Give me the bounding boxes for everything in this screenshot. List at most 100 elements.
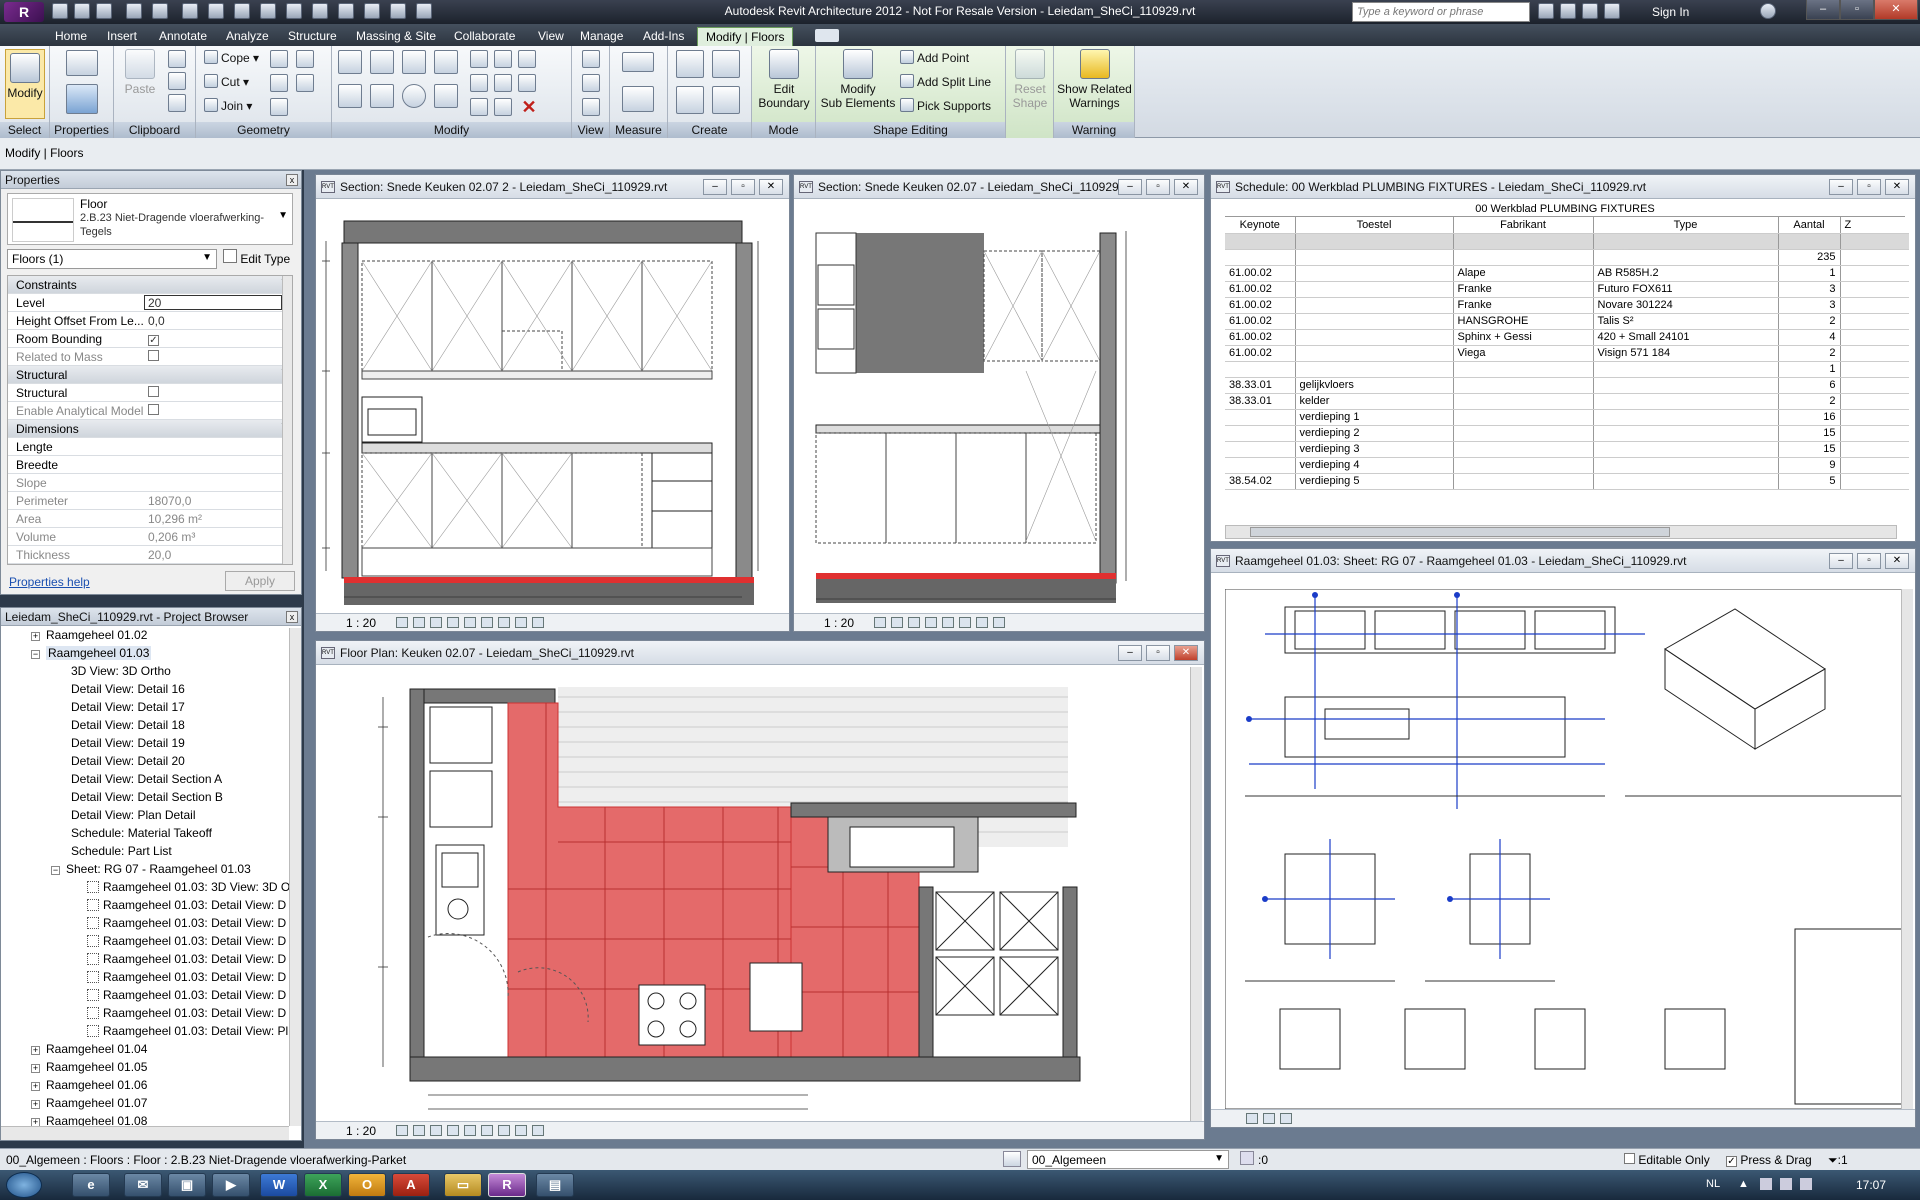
add-split-line-button[interactable]: Add Split Line — [900, 74, 991, 89]
tree-item[interactable]: Raamgeheel 01.03: Detail View: D — [87, 898, 286, 912]
detail-level-icon[interactable] — [396, 1125, 409, 1136]
rotate-icon[interactable] — [402, 84, 426, 108]
schedule-cell[interactable]: 3 — [1778, 297, 1841, 314]
schedule-cell[interactable] — [1840, 233, 1909, 250]
properties-help-link[interactable]: Properties help — [9, 575, 90, 589]
tree-item[interactable]: 3D View: 3D Ortho — [71, 664, 171, 678]
schedule-cell[interactable] — [1840, 281, 1909, 298]
cut-clip-icon[interactable] — [168, 50, 186, 68]
reveal-hidden-icon[interactable] — [515, 617, 528, 628]
schedule-cell[interactable]: 1 — [1778, 361, 1841, 378]
schedule-row[interactable]: 38.54.02 verdieping 5 5 — [1225, 473, 1909, 490]
press-drag-toggle[interactable]: ✓ Press & Drag — [1726, 1153, 1812, 1167]
volume-icon[interactable] — [1800, 1178, 1812, 1190]
schedule-row[interactable]: 61.00.02 HANSGROHE Talis S² 2 — [1225, 313, 1909, 330]
schedule-cell[interactable] — [1225, 457, 1296, 474]
schedule-cell[interactable] — [1225, 441, 1296, 458]
tree-item[interactable]: Detail View: Detail Section A — [71, 772, 222, 786]
schedule-cell[interactable]: 9 — [1778, 457, 1841, 474]
reveal-hidden-icon[interactable] — [515, 1125, 528, 1136]
join-button[interactable]: Join ▾ — [204, 98, 252, 113]
sheet-vscrollbar[interactable] — [1901, 589, 1913, 1109]
schedule-cell[interactable] — [1840, 441, 1909, 458]
flag-icon[interactable] — [1760, 1178, 1772, 1190]
mode-panel-label[interactable]: Mode — [752, 122, 815, 138]
revit-taskbar-icon[interactable]: R — [488, 1173, 526, 1197]
tab-insert[interactable]: Insert — [99, 27, 145, 46]
tree-item[interactable]: + Raamgeheel 01.06 — [31, 1078, 147, 1092]
schedule-cell[interactable]: Franke — [1453, 281, 1594, 298]
section-view-1[interactable]: RVT Section: Snede Keuken 02.07 2 - Leied… — [315, 174, 790, 632]
detail-level-icon[interactable] — [874, 617, 887, 628]
scale-label[interactable]: 1 : 20 — [346, 1124, 376, 1138]
edit-boundary-button[interactable]: Edit Boundary — [756, 49, 812, 110]
schedule-cell[interactable] — [1453, 249, 1594, 266]
schedule-row[interactable]: 61.00.02 Alape AB R585H.2 1 — [1225, 265, 1909, 282]
schedule-row[interactable]: 1 — [1225, 361, 1909, 378]
schedule-cell[interactable] — [1593, 233, 1779, 250]
tab-analyze[interactable]: Analyze — [218, 27, 277, 46]
linework-icon[interactable] — [582, 98, 600, 116]
schedule-cell[interactable]: 15 — [1778, 425, 1841, 442]
minimize-button[interactable]: – — [703, 179, 727, 195]
schedule-cell[interactable]: 6 — [1778, 377, 1841, 394]
tree-item[interactable]: + Raamgeheel 01.04 — [31, 1042, 147, 1056]
view-panel-label[interactable]: View — [572, 122, 609, 138]
bulb-icon[interactable] — [582, 50, 600, 68]
restore-button[interactable]: ▫ — [1857, 553, 1881, 569]
schedule-cell[interactable] — [1295, 329, 1454, 346]
edit-type-button[interactable]: Edit Type — [223, 249, 290, 266]
worksets-icon[interactable] — [1003, 1151, 1021, 1167]
tree-item[interactable]: Schedule: Material Takeoff — [71, 826, 212, 840]
schedule-cell[interactable]: 61.00.02 — [1225, 313, 1296, 330]
schedule-cell[interactable]: 16 — [1778, 409, 1841, 426]
tools-icon[interactable] — [1560, 3, 1576, 19]
offset-icon[interactable] — [370, 50, 394, 74]
expand-icon[interactable]: + — [31, 1046, 40, 1055]
schedule-cell[interactable]: 420 + Small 24101 — [1593, 329, 1779, 346]
prop-level[interactable]: Level 20 — [8, 294, 292, 312]
apply-button[interactable]: Apply — [225, 571, 295, 591]
split-icon[interactable] — [470, 50, 488, 68]
tab-massing-site[interactable]: Massing & Site — [348, 27, 444, 46]
schedule-cell[interactable] — [1593, 361, 1779, 378]
array-icon[interactable] — [470, 74, 488, 92]
schedule-cell[interactable] — [1225, 425, 1296, 442]
create-assembly-icon[interactable] — [676, 50, 704, 78]
close-button[interactable]: ✕ — [1174, 645, 1198, 661]
schedule-cell[interactable] — [1593, 393, 1779, 410]
create-panel-label[interactable]: Create — [668, 122, 751, 138]
split-gap-icon[interactable] — [494, 50, 512, 68]
prop-room-bounding[interactable]: Room Bounding ✓ — [8, 330, 292, 348]
schedule-cell[interactable] — [1593, 425, 1779, 442]
tab-manage[interactable]: Manage — [572, 27, 631, 46]
minimize-button[interactable]: – — [1118, 645, 1142, 661]
tree-item[interactable]: − Sheet: RG 07 - Raamgeheel 01.03 — [51, 862, 251, 876]
structural-checkbox[interactable] — [148, 386, 159, 397]
pick-supports-button[interactable]: Pick Supports — [900, 98, 991, 113]
close-button[interactable]: ✕ — [1885, 179, 1909, 195]
expand-icon[interactable]: + — [31, 632, 40, 641]
schedule-cell[interactable]: Alape — [1453, 265, 1594, 282]
copy-clip-icon[interactable] — [168, 72, 186, 90]
schedule-row[interactable]: 61.00.02 Franke Futuro FOX611 3 — [1225, 281, 1909, 298]
tab-collaborate[interactable]: Collaborate — [446, 27, 523, 46]
tree-item[interactable]: Raamgeheel 01.03: Detail View: D — [87, 970, 286, 984]
group-structural[interactable]: Structural⌃ — [8, 366, 292, 384]
crop-icon[interactable] — [464, 617, 477, 628]
schedule-cell[interactable]: 2 — [1778, 345, 1841, 362]
clipboard-panel-label[interactable]: Clipboard — [114, 122, 195, 138]
shadows-icon[interactable] — [925, 617, 938, 628]
schedule-cell[interactable] — [1593, 377, 1779, 394]
schedule-cell[interactable] — [1295, 313, 1454, 330]
expand-icon[interactable]: + — [31, 1082, 40, 1091]
app-icon[interactable]: ▣ — [168, 1173, 206, 1197]
explorer-icon[interactable]: ▭ — [444, 1173, 482, 1197]
tree-item[interactable]: Detail View: Detail 16 — [71, 682, 185, 696]
schedule-row[interactable] — [1225, 233, 1909, 250]
override-graphics-icon[interactable] — [582, 74, 600, 92]
schedule-cell[interactable]: 61.00.02 — [1225, 345, 1296, 362]
browser-hscrollbar[interactable] — [1, 1126, 289, 1140]
sheet-view[interactable]: RVT Raamgeheel 01.03: Sheet: RG 07 - Raam… — [1210, 548, 1916, 1128]
col-header[interactable]: Keynote — [1225, 217, 1296, 234]
